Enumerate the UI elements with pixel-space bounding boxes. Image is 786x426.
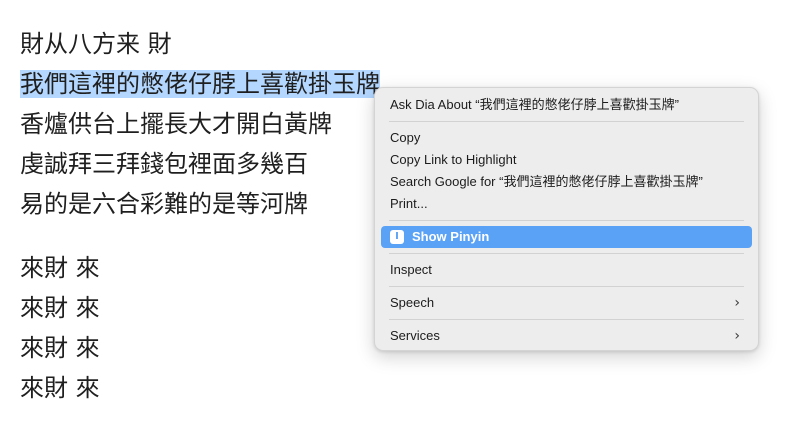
lyrics-text: 財从八方来 財 我們這裡的憋佬仔脖上喜歡掛玉牌 香爐供台上擺長大才開白黃牌 虔誠… — [20, 24, 380, 408]
menu-label-ask-dia: Ask Dia About “我們這裡的憋佬仔脖上喜歡掛玉牌” — [390, 97, 679, 112]
menu-item-show-pinyin[interactable]: I Show Pinyin — [381, 226, 752, 248]
menu-item-services[interactable]: Services › — [381, 325, 752, 347]
chevron-right-icon: › — [734, 328, 740, 344]
chevron-right-icon: › — [734, 295, 740, 311]
menu-item-print[interactable]: Print... — [381, 193, 752, 215]
menu-separator — [389, 319, 744, 320]
menu-label-copy-link: Copy Link to Highlight — [390, 152, 517, 167]
menu-label-speech: Speech — [390, 295, 435, 310]
menu-separator — [389, 286, 744, 287]
menu-separator — [389, 121, 744, 122]
lyric-line-1[interactable]: 財从八方来 財 — [20, 24, 380, 64]
menu-item-search-google[interactable]: Search Google for “我們這裡的憋佬仔脖上喜歡掛玉牌” — [381, 171, 752, 193]
context-menu: Ask Dia About “我們這裡的憋佬仔脖上喜歡掛玉牌” Copy Cop… — [374, 87, 759, 351]
menu-item-speech[interactable]: Speech › — [381, 292, 752, 314]
menu-item-copy-link[interactable]: Copy Link to Highlight — [381, 149, 752, 171]
menu-label-services: Services — [390, 328, 440, 343]
menu-item-copy[interactable]: Copy — [381, 127, 752, 149]
lyric-line-9[interactable]: 來財 來 — [20, 368, 380, 408]
lyric-line-6[interactable]: 來財 來 — [20, 248, 380, 288]
menu-separator — [389, 220, 744, 221]
menu-label-copy: Copy — [390, 130, 421, 145]
page: 財从八方来 財 我們這裡的憋佬仔脖上喜歡掛玉牌 香爐供台上擺長大才開白黃牌 虔誠… — [0, 0, 786, 426]
menu-label-search-google: Search Google for “我們這裡的憋佬仔脖上喜歡掛玉牌” — [390, 174, 703, 189]
menu-item-inspect[interactable]: Inspect — [381, 259, 752, 281]
lyric-line-3[interactable]: 香爐供台上擺長大才開白黃牌 — [20, 104, 380, 144]
menu-label-inspect: Inspect — [390, 262, 432, 277]
lyric-line-5[interactable]: 易的是六合彩難的是等河牌 — [20, 184, 380, 224]
menu-separator — [389, 253, 744, 254]
stanza-gap — [20, 224, 380, 248]
menu-label-print: Print... — [390, 196, 428, 211]
selected-text[interactable]: 我們這裡的憋佬仔脖上喜歡掛玉牌 — [20, 70, 380, 98]
lyric-line-2-selected[interactable]: 我們這裡的憋佬仔脖上喜歡掛玉牌 — [20, 64, 380, 104]
text-cursor-icon: I — [390, 230, 404, 244]
lyric-line-7[interactable]: 來財 來 — [20, 288, 380, 328]
lyric-line-8[interactable]: 來財 來 — [20, 328, 380, 368]
lyric-line-4[interactable]: 虔誠拜三拜錢包裡面多幾百 — [20, 144, 380, 184]
menu-item-ask-dia[interactable]: Ask Dia About “我們這裡的憋佬仔脖上喜歡掛玉牌” — [381, 94, 752, 116]
menu-label-show-pinyin: Show Pinyin — [412, 229, 490, 244]
